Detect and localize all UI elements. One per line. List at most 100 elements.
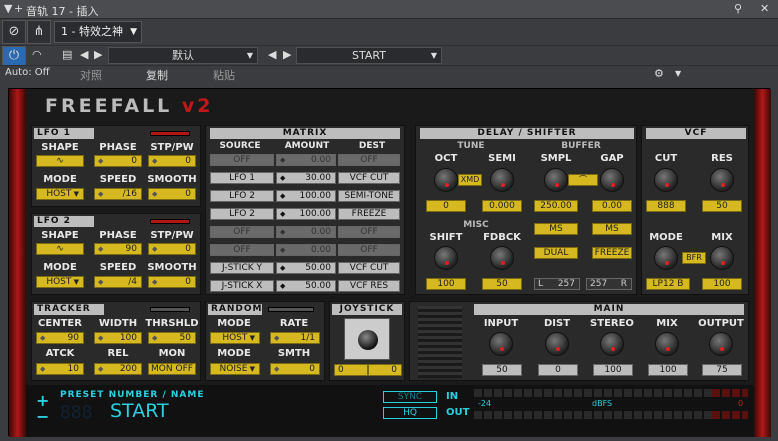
shift-knob[interactable] <box>434 246 458 270</box>
matrix-dest-select[interactable]: OFF <box>338 154 400 166</box>
auto-status[interactable]: Auto: Off <box>5 67 50 78</box>
prev-program-icon[interactable]: ◀ <box>268 48 276 61</box>
input-value[interactable]: 50 <box>482 364 522 376</box>
oct-value[interactable]: 0 <box>426 200 466 212</box>
oct-knob[interactable] <box>434 168 458 192</box>
random-mode2-value[interactable]: NOISE ▼ <box>210 363 260 375</box>
plus-icon[interactable]: + <box>14 3 23 15</box>
power-icon[interactable]: ⏻ <box>2 46 26 66</box>
main-mix-value[interactable]: 100 <box>648 364 688 376</box>
cut-knob[interactable] <box>654 168 678 192</box>
random-smth-value[interactable]: ◆ 0 <box>270 363 320 375</box>
vcf-mode-value[interactable]: LP12 B <box>646 278 690 290</box>
joystick-x-value[interactable]: 0 <box>334 364 368 376</box>
pin-icon[interactable]: ⚲ <box>734 3 742 15</box>
matrix-amount-value[interactable]: ◆ 50.00 <box>276 280 336 292</box>
smpl-knob[interactable] <box>544 168 568 192</box>
semi-value[interactable]: 0.000 <box>482 200 522 212</box>
random-mode-value[interactable]: HOST ▼ <box>210 332 260 344</box>
lfo2-speed-value[interactable]: ◆/4 <box>94 276 142 288</box>
prev-preset-icon[interactable]: ◀ <box>80 48 88 61</box>
tracker-thrshld-value[interactable]: ◆ 50 <box>148 332 196 344</box>
gap-unit-ms[interactable]: MS <box>592 223 632 235</box>
matrix-amount-value[interactable]: ◆ 100.00 <box>276 208 336 220</box>
main-mix-knob[interactable] <box>655 332 679 356</box>
vcf-mix-value[interactable]: 100 <box>702 278 742 290</box>
preset-file-icon[interactable]: ▤ <box>62 48 72 61</box>
gap-value[interactable]: 0.00 <box>592 200 632 212</box>
lfo1-speed-value[interactable]: ◆/16 <box>94 188 142 200</box>
lfo1-shape-select[interactable]: ∿ <box>36 155 84 167</box>
gap-knob[interactable] <box>600 168 624 192</box>
next-program-icon[interactable]: ▶ <box>283 48 291 61</box>
matrix-dest-select[interactable]: VCF CUT <box>338 172 400 184</box>
matrix-amount-value[interactable]: ◆ 0.00 <box>276 226 336 238</box>
lfo2-shape-select[interactable]: ∿ <box>36 243 84 255</box>
hq-button[interactable]: HQ <box>383 407 437 419</box>
program-dropdown[interactable]: START ▼ <box>296 47 442 64</box>
matrix-amount-value[interactable]: ◆ 50.00 <box>276 262 336 274</box>
dist-value[interactable]: 0 <box>538 364 578 376</box>
lfo2-phase-value[interactable]: ◆ 90 <box>94 243 142 255</box>
track-selector[interactable]: 1 - 特效之神 ▼ <box>54 21 142 43</box>
matrix-dest-select[interactable]: OFF <box>338 226 400 238</box>
fdbck-knob[interactable] <box>490 246 514 270</box>
matrix-source-select[interactable]: LFO 2 <box>210 208 274 220</box>
preset-name[interactable]: START <box>110 400 169 422</box>
headphone-icon[interactable]: ◠ <box>32 48 42 61</box>
lfo1-smooth-value[interactable]: ◆ 0 <box>148 188 196 200</box>
lfo2-mode-value[interactable]: HOST ▼ <box>36 276 84 288</box>
matrix-dest-select[interactable]: SEMI-TONE <box>338 190 400 202</box>
close-icon[interactable]: ✕ <box>760 3 769 15</box>
settings-dropdown-icon[interactable]: ▼ <box>675 69 681 78</box>
matrix-amount-value[interactable]: ◆ 30.00 <box>276 172 336 184</box>
matrix-amount-value[interactable]: ◆ 0.00 <box>276 244 336 256</box>
vcf-mix-knob[interactable] <box>710 246 734 270</box>
bypass-icon[interactable]: ⊘ <box>2 20 26 44</box>
res-knob[interactable] <box>710 168 734 192</box>
matrix-source-select[interactable]: LFO 2 <box>210 190 274 202</box>
shift-value[interactable]: 100 <box>426 278 466 290</box>
tracker-width-value[interactable]: ◆ 100 <box>94 332 142 344</box>
joystick-y-value[interactable]: 0 <box>368 364 402 376</box>
tracker-atck-value[interactable]: ◆ 10 <box>36 363 84 375</box>
semi-knob[interactable] <box>490 168 514 192</box>
routing-icon[interactable]: ⋔ <box>27 20 51 44</box>
preset-down-icon[interactable]: − <box>36 407 49 426</box>
matrix-source-select[interactable]: J-STICK Y <box>210 262 274 274</box>
buffer-shape-select[interactable]: ⌒ <box>568 174 598 186</box>
matrix-source-select[interactable]: OFF <box>210 244 274 256</box>
matrix-dest-select[interactable]: FREEZE <box>338 208 400 220</box>
lfo2-stp-value[interactable]: ◆ 0 <box>148 243 196 255</box>
output-knob[interactable] <box>709 332 733 356</box>
stereo-knob[interactable] <box>600 332 624 356</box>
matrix-dest-select[interactable]: VCF CUT <box>338 262 400 274</box>
compare-button[interactable]: 对照 <box>80 67 102 83</box>
lfo1-stp-value[interactable]: ◆ 0 <box>148 155 196 167</box>
fdbck-value[interactable]: 50 <box>482 278 522 290</box>
matrix-source-select[interactable]: OFF <box>210 226 274 238</box>
matrix-dest-select[interactable]: VCF RES <box>338 280 400 292</box>
joystick-pad[interactable] <box>344 318 390 360</box>
matrix-amount-value[interactable]: ◆ 100.00 <box>276 190 336 202</box>
output-value[interactable]: 75 <box>702 364 742 376</box>
lfo1-phase-value[interactable]: ◆ 0 <box>94 155 142 167</box>
lfo1-mode-value[interactable]: HOST ▼ <box>36 188 84 200</box>
random-rate-value[interactable]: ◆ 1/1 <box>270 332 320 344</box>
matrix-source-select[interactable]: LFO 1 <box>210 172 274 184</box>
sync-button[interactable]: SYNC <box>383 391 437 403</box>
vcf-mode-knob[interactable] <box>654 246 678 270</box>
copy-button[interactable]: 复制 <box>146 67 168 83</box>
matrix-source-select[interactable]: J-STICK X <box>210 280 274 292</box>
matrix-amount-value[interactable]: ◆ 0.00 <box>276 154 336 166</box>
stereo-value[interactable]: 100 <box>593 364 633 376</box>
smpl-unit-ms[interactable]: MS <box>534 223 578 235</box>
tracker-center-value[interactable]: ◆ 90 <box>36 332 84 344</box>
xmd-toggle[interactable]: XMD <box>458 174 482 186</box>
preset-dropdown[interactable]: 默认 ▼ <box>108 47 258 64</box>
tracker-rel-value[interactable]: ◆ 200 <box>94 363 142 375</box>
collapse-icon[interactable]: ▼ <box>4 3 12 15</box>
matrix-dest-select[interactable]: OFF <box>338 244 400 256</box>
next-preset-icon[interactable]: ▶ <box>94 48 102 61</box>
res-value[interactable]: 50 <box>702 200 742 212</box>
